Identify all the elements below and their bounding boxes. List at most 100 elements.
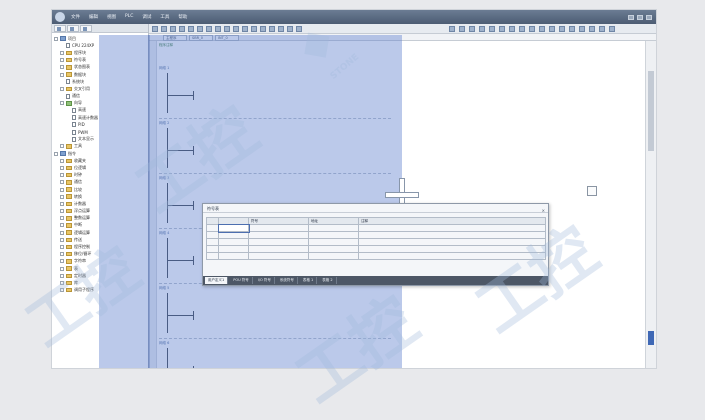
table-row[interactable] bbox=[206, 231, 546, 239]
menu-item[interactable]: 调试 bbox=[142, 14, 151, 20]
table-cell[interactable] bbox=[358, 252, 546, 260]
toolbar-button[interactable] bbox=[549, 26, 555, 32]
toolbar-button[interactable] bbox=[519, 26, 525, 32]
table-cell[interactable] bbox=[248, 252, 309, 260]
toolbar-button[interactable] bbox=[599, 26, 605, 32]
expand-toggle-icon[interactable] bbox=[60, 216, 64, 221]
expand-toggle-icon[interactable] bbox=[54, 151, 58, 156]
toolbar-button[interactable] bbox=[539, 26, 545, 32]
table-cell[interactable] bbox=[218, 252, 249, 260]
expand-toggle-icon[interactable] bbox=[60, 187, 64, 192]
table-row[interactable] bbox=[206, 245, 546, 253]
expand-toggle-icon[interactable] bbox=[60, 280, 64, 285]
table-cell[interactable] bbox=[248, 231, 309, 239]
toolbar-button[interactable] bbox=[589, 26, 595, 32]
toolbar-button[interactable] bbox=[224, 26, 230, 32]
expand-toggle-icon[interactable] bbox=[60, 266, 64, 271]
expand-toggle-icon[interactable] bbox=[60, 259, 64, 264]
table-cell[interactable] bbox=[248, 224, 309, 232]
panel-tab-favorites[interactable] bbox=[80, 25, 92, 32]
table-cell[interactable] bbox=[308, 224, 359, 232]
toolbar-button[interactable] bbox=[233, 26, 239, 32]
expand-toggle-icon[interactable] bbox=[60, 223, 64, 228]
expand-toggle-icon[interactable] bbox=[60, 252, 64, 257]
table-cell[interactable] bbox=[308, 245, 359, 253]
panel-tab-project[interactable] bbox=[54, 25, 66, 32]
toolbar-button[interactable] bbox=[479, 26, 485, 32]
expand-toggle-icon[interactable] bbox=[60, 237, 64, 242]
table-cell[interactable] bbox=[358, 245, 546, 253]
menu-item[interactable]: 工具 bbox=[160, 14, 169, 20]
toolbar-button[interactable] bbox=[170, 26, 176, 32]
toolbar-button[interactable] bbox=[559, 26, 565, 32]
toolbar-button[interactable] bbox=[509, 26, 515, 32]
column-header[interactable]: 符号 bbox=[248, 217, 309, 225]
table-row[interactable] bbox=[206, 252, 546, 260]
table-cell[interactable] bbox=[248, 238, 309, 246]
menu-item[interactable]: 视图 bbox=[107, 14, 116, 20]
expand-toggle-icon[interactable] bbox=[60, 209, 64, 214]
table-row[interactable] bbox=[206, 223, 546, 233]
table-cell[interactable] bbox=[206, 245, 219, 253]
toolbar-button[interactable] bbox=[278, 26, 284, 32]
expand-toggle-icon[interactable] bbox=[60, 201, 64, 206]
table-cell[interactable] bbox=[308, 231, 359, 239]
toolbar-button[interactable] bbox=[489, 26, 495, 32]
toolbar-button[interactable] bbox=[179, 26, 185, 32]
dialog-tab[interactable]: 系统符号 bbox=[277, 277, 298, 284]
table-cell[interactable] bbox=[218, 231, 249, 239]
toolbar-button[interactable] bbox=[569, 26, 575, 32]
toolbar-button[interactable] bbox=[251, 26, 257, 32]
toolbar-button[interactable] bbox=[449, 26, 455, 32]
scrollbar-thumb[interactable] bbox=[648, 71, 654, 151]
expand-toggle-icon[interactable] bbox=[60, 58, 64, 63]
dialog-tab[interactable]: I/O 符号 bbox=[255, 277, 275, 284]
expand-toggle-icon[interactable] bbox=[60, 273, 64, 278]
column-header[interactable]: 注释 bbox=[358, 217, 546, 225]
toolbar-button[interactable] bbox=[469, 26, 475, 32]
toolbar-button[interactable] bbox=[579, 26, 585, 32]
table-cell[interactable] bbox=[206, 252, 219, 260]
table-row[interactable] bbox=[206, 238, 546, 246]
expand-toggle-icon[interactable] bbox=[60, 230, 64, 235]
maximize-button[interactable] bbox=[637, 14, 643, 20]
table-cell[interactable] bbox=[248, 245, 309, 253]
table-cell[interactable] bbox=[358, 231, 546, 239]
toolbar-button[interactable] bbox=[188, 26, 194, 32]
column-header[interactable]: 地址 bbox=[308, 217, 359, 225]
menu-item[interactable]: 文件 bbox=[71, 14, 80, 20]
vertical-scrollbar[interactable] bbox=[645, 41, 656, 368]
expand-toggle-icon[interactable] bbox=[54, 36, 58, 41]
toolbar-button[interactable] bbox=[296, 26, 302, 32]
toolbar-button[interactable] bbox=[287, 26, 293, 32]
toolbar-button[interactable] bbox=[206, 26, 212, 32]
table-cell[interactable] bbox=[308, 238, 359, 246]
expand-toggle-icon[interactable] bbox=[60, 180, 64, 185]
toolbar-button[interactable] bbox=[260, 26, 266, 32]
expand-toggle-icon[interactable] bbox=[60, 173, 64, 178]
expand-toggle-icon[interactable] bbox=[60, 86, 64, 91]
table-cell[interactable] bbox=[218, 245, 249, 253]
table-cell[interactable] bbox=[206, 224, 219, 232]
table-cell[interactable] bbox=[206, 231, 219, 239]
toolbar-button[interactable] bbox=[269, 26, 275, 32]
dialog-tab[interactable]: POU 符号 bbox=[230, 277, 253, 284]
minimize-button[interactable] bbox=[628, 14, 634, 20]
toolbar-button[interactable] bbox=[197, 26, 203, 32]
dialog-close-icon[interactable]: × bbox=[542, 206, 545, 215]
close-button[interactable] bbox=[646, 14, 652, 20]
toolbar-button[interactable] bbox=[609, 26, 615, 32]
expand-toggle-icon[interactable] bbox=[60, 65, 64, 70]
toolbar-button[interactable] bbox=[152, 26, 158, 32]
menu-item[interactable]: 帮助 bbox=[178, 14, 187, 20]
table-cell[interactable] bbox=[218, 238, 249, 246]
expand-toggle-icon[interactable] bbox=[60, 158, 64, 163]
toolbar-button[interactable] bbox=[529, 26, 535, 32]
symbol-table[interactable]: 符号 地址 注释 bbox=[206, 217, 546, 260]
column-header[interactable] bbox=[206, 217, 219, 225]
menu-item[interactable]: PLC bbox=[125, 14, 133, 20]
table-cell[interactable] bbox=[358, 238, 546, 246]
expand-toggle-icon[interactable] bbox=[60, 245, 64, 250]
table-cell[interactable] bbox=[217, 223, 250, 233]
expand-toggle-icon[interactable] bbox=[60, 288, 64, 293]
